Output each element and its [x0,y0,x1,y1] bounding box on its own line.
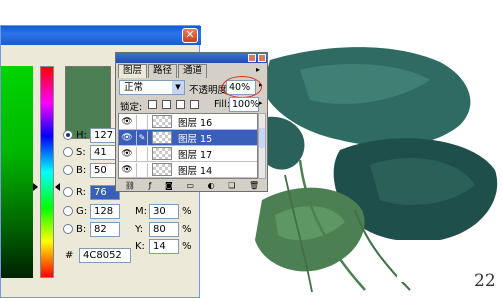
hue-label: H: [76,129,87,141]
fill-label: Fill: [214,99,230,110]
magenta-label: M: [135,205,147,217]
green-radio[interactable] [63,206,73,216]
brush-icon: ✎ [136,130,148,145]
red-label: R: [76,186,87,198]
link-slot[interactable] [136,162,148,177]
lock-label: 锁定: [120,102,143,113]
new-group-icon[interactable]: ▭ [186,181,194,190]
layer-thumbnail [152,131,172,144]
link-slot[interactable] [136,146,148,161]
eye-icon[interactable]: 👁 [121,116,133,128]
hex-row: # 4C8052 [65,247,131,263]
hue-slider[interactable] [40,66,54,278]
layer-name: 图层 16 [178,117,213,129]
link-layers-icon[interactable]: ⛓ [125,181,135,190]
black-field[interactable]: 14 [149,238,179,254]
blue-row: B: 82 [63,221,120,237]
hex-label: # [65,249,74,261]
red-radio[interactable] [63,187,73,197]
yellow-field[interactable]: 80 [149,221,179,237]
hue-slider-left-arrow-icon[interactable] [33,183,38,191]
black-unit: % [182,240,192,252]
saturation-radio[interactable] [63,147,73,157]
blue-radio[interactable] [63,224,73,234]
layer-mask-icon[interactable]: ◙ [165,181,173,190]
hue-slider-right-arrow-icon[interactable] [55,183,60,191]
brightness-label: B: [76,164,87,176]
yellow-row: Y: 80 % [135,221,192,237]
green-field[interactable]: 128 [90,203,120,219]
hex-field[interactable]: 4C8052 [79,247,131,263]
page-number: 22 [474,271,496,291]
fill-arrow-icon[interactable]: ▸ [259,99,263,107]
panel-close-icon[interactable] [258,54,266,62]
magenta-unit: % [182,205,192,217]
lock-image-checkbox[interactable] [162,100,171,109]
eye-icon[interactable]: 👁 [121,148,133,160]
layer-name: 图层 15 [178,133,213,145]
layer-list: 👁 图层 16 👁 ✎ 图层 15 👁 图层 17 👁 图层 14 [118,113,258,179]
close-button[interactable]: ✕ [182,28,198,43]
blank-patch [397,240,442,282]
layers-panel: 图层 路径 通道 ▸ 正常 ▼ 不透明度: 40% ▸ 锁定: Fill: 10… [115,52,268,192]
lock-position-checkbox[interactable] [176,100,185,109]
lock-all-checkbox[interactable] [190,100,199,109]
trash-icon[interactable]: 🗑 [249,181,259,190]
blue-field[interactable]: 82 [90,221,120,237]
link-slot[interactable] [136,114,148,129]
saturation-label: S: [76,146,86,158]
panel-menu-arrow-icon[interactable]: ▸ [256,65,260,74]
layer-row[interactable]: 👁 图层 16 [119,114,257,130]
scrollbar-thumb[interactable] [259,128,265,148]
yellow-label: Y: [135,223,144,235]
brightness-radio[interactable] [63,165,73,175]
blue-label: B: [76,223,87,235]
hue-radio[interactable] [63,130,73,140]
eye-icon[interactable]: 👁 [121,132,133,144]
layer-name: 图层 17 [178,149,213,161]
black-label: K: [135,240,145,252]
layers-footer-toolbar: ⛓ ƒ ◙ ▭ ◐ ❏ 🗑 [118,180,266,191]
magenta-field[interactable]: 30 [149,203,179,219]
tab-paths[interactable]: 路径 [148,64,178,78]
magenta-row: M: 30 % [135,203,192,219]
layer-row[interactable]: 👁 图层 14 [119,162,257,178]
panel-tabs: 图层 路径 通道 [118,64,208,78]
layer-row-selected[interactable]: 👁 ✎ 图层 15 [119,130,257,146]
layer-thumbnail [152,147,172,160]
new-layer-icon[interactable]: ❏ [228,181,235,190]
red-row: R: 76 [63,184,120,200]
layer-list-scrollbar[interactable] [258,113,266,179]
adjustment-layer-icon[interactable]: ◐ [208,181,215,190]
tab-layers[interactable]: 图层 [118,64,148,78]
lock-transparency-checkbox[interactable] [148,100,157,109]
layer-row[interactable]: 👁 图层 17 [119,146,257,162]
chevron-down-icon[interactable]: ▼ [172,81,184,94]
opacity-arrow-icon[interactable]: ▸ [259,81,263,89]
tab-channels[interactable]: 通道 [178,64,208,78]
eye-icon[interactable]: 👁 [121,164,133,176]
layer-name: 图层 14 [178,165,213,177]
highlight-circle-annotation [222,76,262,98]
screenshot-stage: ✕ H: 127 度 S: 41 % B: 50 % R: 76 [0,0,502,298]
layer-style-icon[interactable]: ƒ [149,181,152,190]
layer-thumbnail [152,115,172,128]
minimize-icon[interactable] [248,54,256,62]
black-row: K: 14 % [135,238,192,254]
blend-mode-select[interactable]: 正常 ▼ [119,80,185,95]
green-label: G: [76,205,88,217]
close-icon: ✕ [185,28,195,41]
green-row: G: 128 [63,203,120,219]
fill-field[interactable]: 100% [229,97,259,112]
color-field[interactable] [1,66,33,278]
yellow-unit: % [182,223,192,235]
panel-titlebar[interactable] [116,53,267,63]
layer-thumbnail [152,163,172,176]
dialog-titlebar [1,26,201,45]
blend-mode-value: 正常 [124,82,144,93]
